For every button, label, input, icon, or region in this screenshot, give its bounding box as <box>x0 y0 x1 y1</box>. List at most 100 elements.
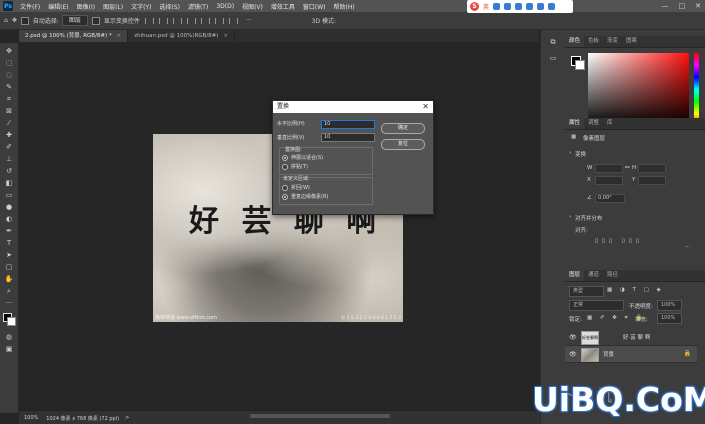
blur-tool-icon[interactable]: ● <box>4 203 14 211</box>
tab-channels[interactable]: 通道 <box>584 270 603 281</box>
stretch-radio[interactable] <box>282 155 288 161</box>
layer-name[interactable]: 好 芸 聊 啊 <box>623 333 650 341</box>
hand-tool-icon[interactable]: ✋ <box>4 275 14 283</box>
height-field[interactable] <box>638 164 666 173</box>
tab-color[interactable]: 颜色 <box>565 36 585 47</box>
ime-menu-icon[interactable] <box>548 3 556 10</box>
background-color[interactable] <box>575 60 585 70</box>
status-arrow-icon[interactable]: > <box>125 415 129 421</box>
background-color-swatch[interactable] <box>7 317 16 326</box>
hue-slider[interactable] <box>694 53 699 126</box>
color-swatches[interactable] <box>0 313 18 329</box>
dodge-tool-icon[interactable]: ◐ <box>4 215 14 223</box>
history-panel-icon[interactable]: ⧉ <box>548 38 558 46</box>
tab-close-icon[interactable]: × <box>117 33 122 39</box>
align-center-icon[interactable] <box>158 17 168 24</box>
tab-layers[interactable]: 图层 <box>565 270 585 281</box>
tab-swatches[interactable]: 色板 <box>584 36 603 47</box>
brush-tool-icon[interactable]: ✐ <box>4 143 14 151</box>
maximize-button[interactable]: □ <box>679 2 686 10</box>
visibility-eye-icon[interactable]: 👁 <box>569 334 577 341</box>
gradient-tool-icon[interactable]: ▭ <box>4 191 14 199</box>
more-options-icon[interactable]: ··· <box>685 244 690 250</box>
opacity-field[interactable]: 100% <box>657 300 682 311</box>
menu-window[interactable]: 窗口(W) <box>299 2 330 11</box>
ime-skin-icon[interactable] <box>526 3 534 10</box>
healing-brush-icon[interactable]: ✚ <box>4 131 14 139</box>
ime-language[interactable]: 英 <box>483 2 489 11</box>
align-top-icon[interactable] <box>186 17 196 24</box>
tab-2-psd[interactable]: 2.psd @ 100% (背景, RGB/8#) * × <box>19 30 129 42</box>
shape-tool-icon[interactable]: ▢ <box>4 263 14 271</box>
menu-file[interactable]: 文件(F) <box>16 2 44 11</box>
repeat-edge-radio[interactable] <box>282 194 288 200</box>
align-chevron-icon[interactable]: › <box>569 214 571 220</box>
menu-image[interactable]: 图像(I) <box>73 2 99 11</box>
visibility-eye-icon[interactable]: 👁 <box>569 351 577 358</box>
stamp-tool-icon[interactable]: ⊥ <box>4 155 14 163</box>
zoom-level[interactable]: 100% <box>24 415 38 421</box>
horizontal-scrollbar[interactable] <box>250 414 390 418</box>
crop-tool-icon[interactable]: ⌗ <box>4 95 14 103</box>
comments-panel-icon[interactable]: ▭ <box>548 54 558 62</box>
x-field[interactable] <box>595 176 623 185</box>
menu-plugins[interactable]: 增效工具 <box>267 2 299 11</box>
zoom-tool-icon[interactable]: ⌕ <box>4 287 14 295</box>
ime-voice-icon[interactable] <box>504 3 512 10</box>
h-scale-input[interactable]: 10 <box>321 120 375 129</box>
align-right-icon[interactable] <box>172 17 182 24</box>
ok-button[interactable]: 确定 <box>381 123 425 134</box>
lasso-tool-icon[interactable]: ◌ <box>4 71 14 79</box>
layer-filter-icons[interactable]: ▦ ◑ T ▢ ◈ <box>607 287 664 293</box>
menu-3d[interactable]: 3D(D) <box>212 3 238 10</box>
marquee-tool-icon[interactable]: ⬚ <box>4 59 14 67</box>
layer-kind-filter[interactable]: 类型 <box>569 286 604 297</box>
home-icon[interactable]: ⌂ <box>4 17 8 24</box>
menu-type[interactable]: 文字(Y) <box>127 2 155 11</box>
align-bottom-icon[interactable] <box>214 17 224 24</box>
frame-tool-icon[interactable]: ⊠ <box>4 107 14 115</box>
close-button[interactable]: ✕ <box>695 2 701 10</box>
distribute-icon[interactable] <box>228 17 238 24</box>
tab-gradients[interactable]: 渐变 <box>603 36 622 47</box>
ime-emoji-icon[interactable] <box>493 3 501 10</box>
wrap-radio[interactable] <box>282 185 288 191</box>
tab-patterns[interactable]: 图案 <box>622 36 641 47</box>
auto-select-dropdown[interactable]: 图层 <box>61 15 88 26</box>
menu-filter[interactable]: 滤镜(T) <box>184 2 212 11</box>
color-picker-field[interactable] <box>588 53 689 126</box>
eyedropper-tool-icon[interactable]: ⁄ <box>4 119 14 127</box>
fill-field[interactable]: 100% <box>657 313 682 324</box>
align-middle-icon[interactable] <box>200 17 210 24</box>
align-buttons[interactable]: ▯▯▯ ▯▯▯ <box>595 238 643 244</box>
tile-radio[interactable] <box>282 164 288 170</box>
reset-button[interactable]: 复位 <box>381 139 425 150</box>
layer-row-text[interactable]: 👁 好芸聊啊 好 芸 聊 啊 <box>565 329 697 346</box>
move-tool-icon[interactable]: ✥ <box>12 17 17 24</box>
tab-adjustments[interactable]: 调整 <box>584 118 603 129</box>
path-select-icon[interactable]: ➤ <box>4 251 14 259</box>
blend-mode-dropdown[interactable]: 正常 <box>569 300 624 311</box>
menu-view[interactable]: 视图(V) <box>238 2 267 11</box>
tab-close-icon[interactable]: × <box>223 33 228 39</box>
screen-mode-icon[interactable]: ▣ <box>4 345 14 353</box>
more-options-icon[interactable]: ··· <box>246 17 252 24</box>
eraser-tool-icon[interactable]: ◧ <box>4 179 14 187</box>
ime-keyboard-icon[interactable] <box>515 3 523 10</box>
type-tool-icon[interactable]: T <box>4 239 14 247</box>
align-left-icon[interactable] <box>144 17 154 24</box>
link-icon[interactable]: ⚯ <box>625 165 630 171</box>
menu-layer[interactable]: 图层(L) <box>99 2 127 11</box>
menu-edit[interactable]: 编辑(E) <box>44 2 72 11</box>
angle-field[interactable]: 0.00° <box>595 194 625 203</box>
tab-libraries[interactable]: 库 <box>603 118 617 129</box>
menu-select[interactable]: 选择(S) <box>155 2 184 11</box>
photoshop-logo[interactable]: Ps <box>3 1 13 11</box>
width-field[interactable] <box>595 164 623 173</box>
dialog-close-icon[interactable]: ✕ <box>422 101 429 113</box>
tab-properties[interactable]: 属性 <box>565 118 585 129</box>
more-tools-icon[interactable]: ··· <box>4 299 14 307</box>
quick-select-tool-icon[interactable]: ✎ <box>4 83 14 91</box>
layer-row-background[interactable]: 👁 背景 🔒 <box>565 346 697 363</box>
tab-zhihuan-psd[interactable]: zhihuan.psd @ 100%(RGB/8#) × <box>128 30 236 42</box>
